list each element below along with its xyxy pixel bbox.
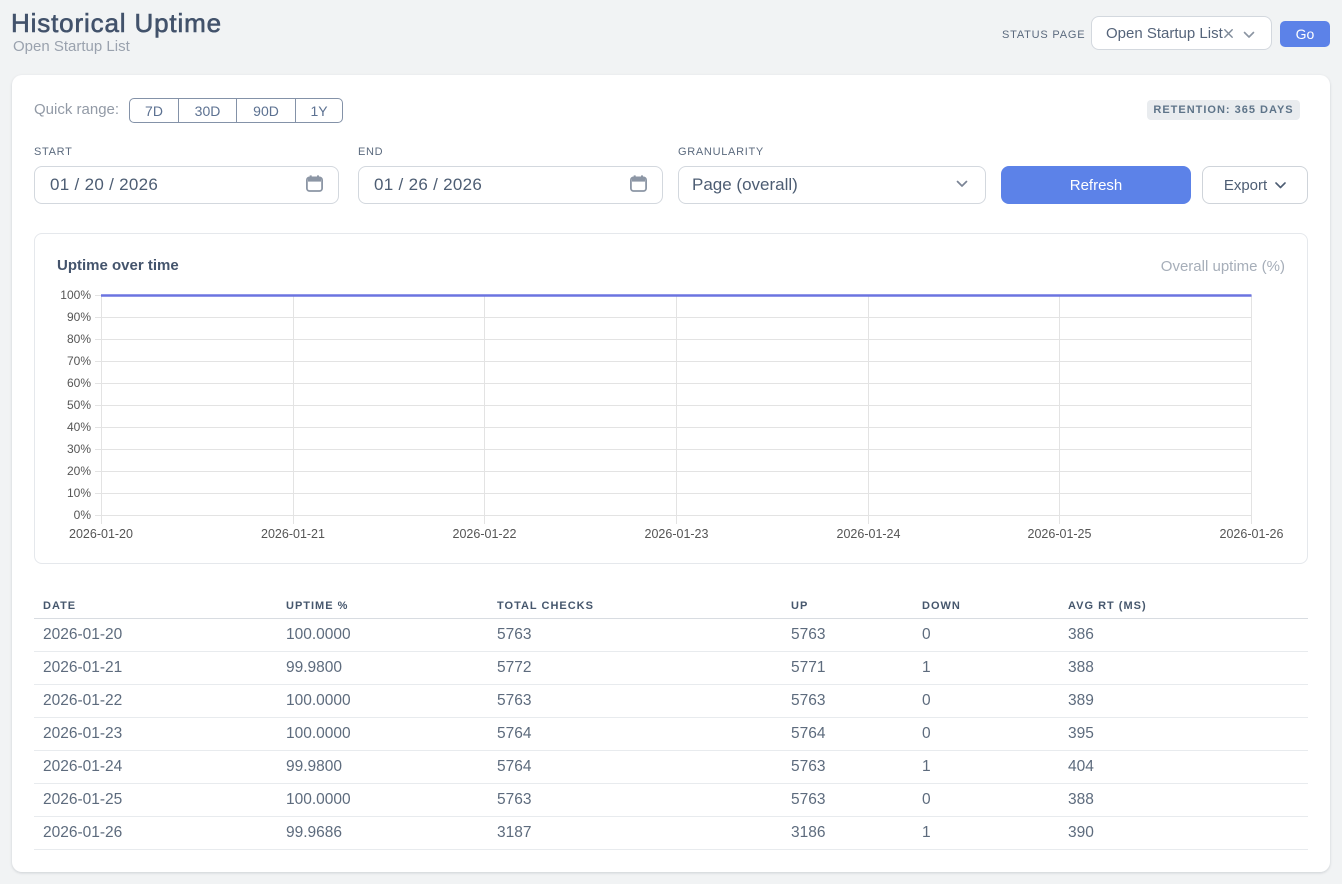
svg-text:0%: 0% <box>74 508 92 522</box>
svg-text:80%: 80% <box>67 332 91 346</box>
svg-text:30%: 30% <box>67 442 91 456</box>
svg-text:50%: 50% <box>67 398 91 412</box>
svg-text:100%: 100% <box>60 288 91 302</box>
svg-text:2026-01-25: 2026-01-25 <box>1028 527 1092 541</box>
svg-text:2026-01-20: 2026-01-20 <box>69 527 133 541</box>
svg-text:10%: 10% <box>67 486 91 500</box>
svg-text:2026-01-22: 2026-01-22 <box>453 527 517 541</box>
svg-text:2026-01-24: 2026-01-24 <box>837 527 901 541</box>
svg-text:2026-01-26: 2026-01-26 <box>1220 527 1284 541</box>
svg-text:40%: 40% <box>67 420 91 434</box>
svg-text:2026-01-23: 2026-01-23 <box>645 527 709 541</box>
svg-text:90%: 90% <box>67 310 91 324</box>
svg-text:60%: 60% <box>67 376 91 390</box>
svg-text:20%: 20% <box>67 464 91 478</box>
svg-text:2026-01-21: 2026-01-21 <box>261 527 325 541</box>
svg-text:70%: 70% <box>67 354 91 368</box>
